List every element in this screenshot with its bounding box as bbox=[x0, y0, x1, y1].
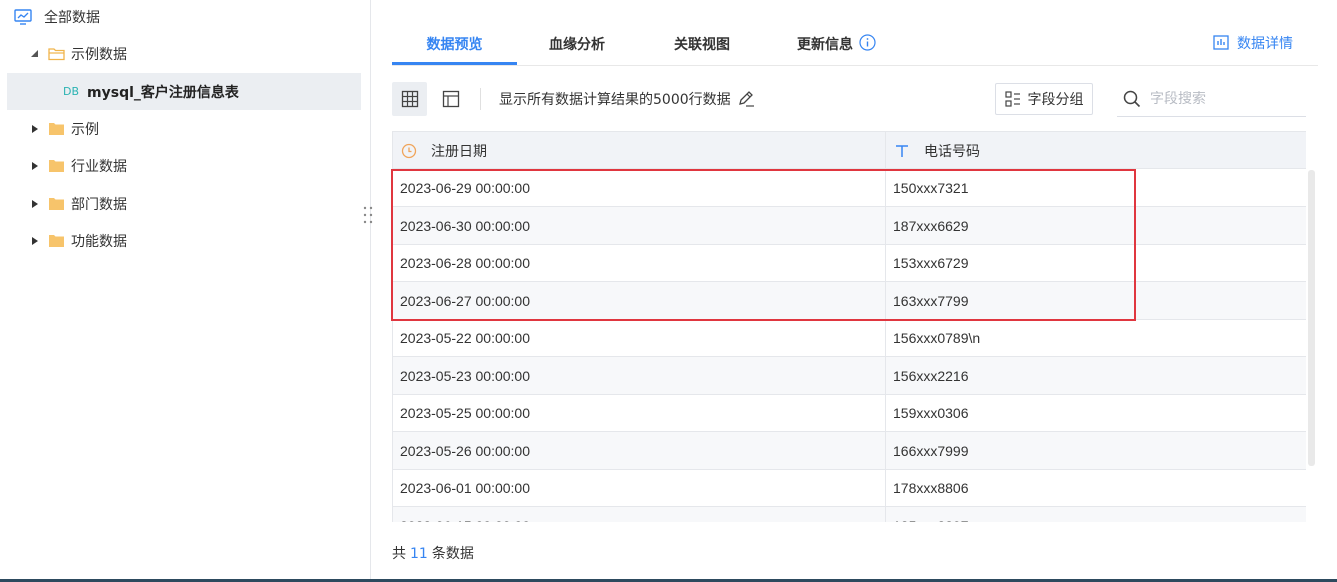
table-row[interactable]: 2023-06-29 00:00:00 150xxx7321 bbox=[393, 169, 1306, 207]
table-cell: 2023-05-23 00:00:00 bbox=[400, 367, 530, 384]
preview-row-note: 显示所有数据计算结果的5000行数据 bbox=[499, 89, 755, 109]
text-type-icon bbox=[896, 144, 908, 157]
tree-table-mysql-customer[interactable]: DB mysql_客户注册信息表 bbox=[7, 73, 361, 110]
table-row[interactable]: 2023-05-25 00:00:00 159xxx0306 bbox=[393, 394, 1306, 432]
table-cell: 2023-05-25 00:00:00 bbox=[400, 404, 530, 421]
tree-folder-industry-data[interactable]: 行业数据 bbox=[28, 147, 127, 184]
layout-icon bbox=[442, 90, 459, 108]
table-row[interactable]: 2023-06-30 00:00:00 187xxx6629 bbox=[393, 207, 1306, 245]
field-group-button[interactable]: 字段分组 bbox=[995, 83, 1093, 115]
app-window: 全部数据 示例数据 DB mysql_客户注册信息表 示例 行业数据 部门数据 bbox=[0, 0, 1337, 582]
data-tree-sidebar: 全部数据 示例数据 DB mysql_客户注册信息表 示例 行业数据 部门数据 bbox=[0, 0, 371, 582]
table-cell: 2023-06-27 00:00:00 bbox=[400, 292, 530, 309]
table-row[interactable]: 2023-05-23 00:00:00 156xxx2216 bbox=[393, 357, 1306, 395]
table-cell: 2023-05-22 00:00:00 bbox=[400, 329, 530, 346]
tree-folder-sample-data[interactable]: 示例数据 bbox=[28, 35, 127, 72]
caret-right-icon[interactable] bbox=[28, 234, 42, 248]
tree-item-label: 部门数据 bbox=[71, 196, 127, 213]
table-row[interactable]: 2023-06-28 00:00:00 153xxx6729 bbox=[393, 244, 1306, 282]
layout-view-button[interactable] bbox=[433, 82, 468, 116]
table-cell: 153xxx6729 bbox=[893, 254, 969, 271]
tree-root-label: 全部数据 bbox=[44, 9, 100, 26]
column-divider bbox=[885, 131, 886, 522]
toolbar-divider bbox=[480, 88, 481, 110]
table-cell: 2023-05-26 00:00:00 bbox=[400, 442, 530, 459]
caret-down-icon[interactable] bbox=[28, 47, 42, 61]
table-row[interactable]: 2023-06-27 00:00:00 163xxx7799 bbox=[393, 282, 1306, 320]
bar-chart-icon bbox=[1213, 35, 1229, 50]
field-group-icon bbox=[1004, 91, 1020, 107]
table-cell: 163xxx7799 bbox=[893, 292, 969, 309]
table-cell: 156xxx2216 bbox=[893, 367, 969, 384]
tree-item-label: 行业数据 bbox=[71, 158, 127, 175]
monitor-chart-icon bbox=[14, 8, 32, 25]
table-row[interactable]: 2023-05-26 00:00:00 166xxx7999 bbox=[393, 432, 1306, 470]
edit-pencil-icon[interactable] bbox=[731, 90, 755, 108]
field-search-box[interactable] bbox=[1117, 82, 1306, 117]
tab-update-info[interactable]: 更新信息 bbox=[797, 24, 892, 66]
caret-right-icon[interactable] bbox=[28, 122, 42, 136]
folder-icon bbox=[48, 159, 65, 173]
table-cell: 150xxx7321 bbox=[893, 179, 969, 196]
tree-item-label: 示例 bbox=[71, 121, 99, 138]
folder-open-icon bbox=[48, 47, 65, 61]
column-header-phone-number[interactable]: 电话号码 bbox=[894, 132, 980, 169]
row-count-number: 11 bbox=[410, 546, 428, 562]
table-row[interactable]: 2023-05-22 00:00:00 156xxx0789\n bbox=[393, 319, 1306, 357]
grid-icon bbox=[401, 90, 418, 108]
tree-root-all-data[interactable]: 全部数据 bbox=[14, 0, 100, 33]
column-header-register-date[interactable]: 注册日期 bbox=[401, 132, 487, 169]
table-cell: 2023-06-28 00:00:00 bbox=[400, 254, 530, 271]
tree-item-label: 功能数据 bbox=[71, 233, 127, 250]
row-count-footer: 共 11 条数据 bbox=[392, 546, 474, 562]
grid-view-button[interactable] bbox=[392, 82, 427, 116]
clock-icon bbox=[401, 143, 417, 158]
table-cell: 187xxx6629 bbox=[893, 217, 969, 234]
table-row[interactable]: 2023-06-15 00:00:00 185xxx2297 bbox=[393, 507, 1306, 522]
info-icon[interactable] bbox=[859, 34, 876, 51]
tree-item-label: mysql_客户注册信息表 bbox=[87, 84, 239, 101]
search-icon bbox=[1123, 90, 1141, 108]
folder-icon bbox=[48, 122, 65, 136]
db-badge-icon: DB bbox=[63, 85, 80, 98]
tree-item-label: 示例数据 bbox=[71, 46, 127, 63]
tab-data-preview[interactable]: 数据预览 bbox=[392, 24, 517, 66]
table-row[interactable]: 2023-06-01 00:00:00 178xxx8806 bbox=[393, 469, 1306, 507]
tab-bar-divider bbox=[392, 65, 1318, 66]
table-cell: 2023-06-01 00:00:00 bbox=[400, 479, 530, 496]
table-cell: 2023-06-29 00:00:00 bbox=[400, 179, 530, 196]
table-cell: 156xxx0789\n bbox=[893, 329, 981, 346]
table-cell: 185xxx2297 bbox=[893, 507, 969, 523]
table-cell: 178xxx8806 bbox=[893, 479, 969, 496]
folder-icon bbox=[48, 234, 65, 248]
tree-folder-function-data[interactable]: 功能数据 bbox=[28, 222, 127, 259]
data-details-link[interactable]: 数据详情 bbox=[1212, 33, 1293, 53]
field-search-input[interactable] bbox=[1150, 91, 1290, 107]
tab-lineage-analysis[interactable]: 血缘分析 bbox=[545, 24, 609, 66]
folder-icon bbox=[48, 197, 65, 211]
table-cell: 2023-06-30 00:00:00 bbox=[400, 217, 530, 234]
table-header: 注册日期 电话号码 bbox=[393, 131, 1306, 169]
caret-right-icon[interactable] bbox=[28, 159, 42, 173]
table-scrollbar[interactable] bbox=[1308, 170, 1315, 466]
panel-resize-handle[interactable] bbox=[362, 205, 374, 225]
table-cell: 159xxx0306 bbox=[893, 404, 969, 421]
table-cell: 2023-06-15 00:00:00 bbox=[400, 507, 530, 523]
tree-folder-department-data[interactable]: 部门数据 bbox=[28, 185, 127, 222]
tab-relation-view[interactable]: 关联视图 bbox=[670, 24, 734, 66]
data-preview-table: 注册日期 电话号码 2023-06-29 00:00:00 150xxx7321… bbox=[392, 131, 1306, 522]
caret-right-icon[interactable] bbox=[28, 197, 42, 211]
tree-folder-sample[interactable]: 示例 bbox=[28, 110, 99, 147]
table-cell: 166xxx7999 bbox=[893, 442, 969, 459]
